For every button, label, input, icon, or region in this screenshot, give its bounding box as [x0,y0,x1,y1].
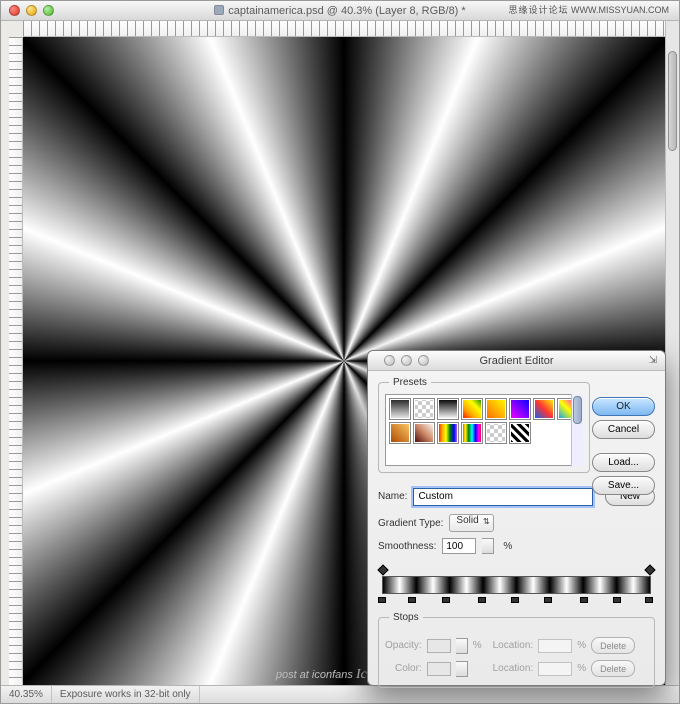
opacity-stop-icon[interactable] [377,564,388,575]
preset-swatch[interactable] [389,398,411,420]
presets-grid[interactable] [385,394,583,466]
dialog-titlebar[interactable]: Gradient Editor ⇲ [368,351,665,371]
color-stop-icon[interactable] [511,597,519,603]
color-stop-icon[interactable] [580,597,588,603]
presets-legend: Presets [389,377,431,388]
status-note: Exposure works in 32-bit only [52,686,200,703]
gradient-bar[interactable] [378,564,655,608]
gradient-type-select[interactable]: Solid ⇅ [449,514,493,532]
pin-icon[interactable]: ⇲ [647,355,659,367]
presets-scrollbar-thumb[interactable] [573,396,582,424]
ruler-horizontal[interactable] [23,21,665,37]
color-stop-icon[interactable] [544,597,552,603]
opacity-swatch [427,639,451,653]
color-stop-icon[interactable] [442,597,450,603]
proxy-icon [214,5,224,15]
location-label: Location: [493,640,534,651]
cancel-button[interactable]: Cancel [592,420,655,439]
status-zoom[interactable]: 40.35% [1,686,52,703]
gradient-preview[interactable] [382,576,651,594]
color-stop-icon[interactable] [378,597,386,603]
name-label: Name: [378,491,407,502]
name-input[interactable] [413,488,593,506]
preset-swatch[interactable] [461,398,483,420]
dialog-button-column: OK Cancel Load... Save... [592,397,655,495]
preset-swatch[interactable] [413,398,435,420]
presets-scrollbar[interactable] [571,394,583,466]
ruler-vertical[interactable] [9,37,23,685]
stops-legend: Stops [389,612,423,623]
opacity-stop-icon[interactable] [644,564,655,575]
opacity-label: Opacity: [385,640,422,651]
preset-swatch[interactable] [485,422,507,444]
scrollbar-thumb[interactable] [668,51,677,151]
smoothness-stepper[interactable] [482,538,494,554]
smoothness-input[interactable] [442,538,476,554]
preset-swatch[interactable] [533,398,555,420]
preset-swatch[interactable] [413,422,435,444]
presets-fieldset: Presets [378,377,590,473]
color-stop-icon[interactable] [478,597,486,603]
smoothness-label: Smoothness: [378,541,436,552]
color-label: Color: [395,663,422,674]
color-stop-icon[interactable] [613,597,621,603]
location-label: Location: [493,663,534,674]
color-location-input [538,662,572,676]
ok-button[interactable]: OK [592,397,655,416]
dialog-title: Gradient Editor [368,351,665,371]
preset-swatch[interactable] [461,422,483,444]
load-button[interactable]: Load... [592,453,655,472]
dialog-body: Presets [368,371,665,685]
watermark-top: 思缘设计论坛 WWW.MISSYUAN.COM [508,3,669,16]
preset-swatch[interactable] [389,422,411,444]
preset-swatch[interactable] [509,398,531,420]
gradient-editor-dialog: Gradient Editor ⇲ Presets [367,350,666,686]
opacity-stepper [456,638,468,654]
scrollbar-vertical[interactable] [665,21,679,685]
preset-swatch[interactable] [509,422,531,444]
delete-color-stop-button: Delete [591,660,635,677]
stops-fieldset: Stops Opacity: % Location: % Delete Colo… [378,612,655,688]
preset-swatch[interactable] [437,422,459,444]
chevron-updown-icon: ⇅ [483,517,490,526]
preset-swatch[interactable] [485,398,507,420]
preset-swatch[interactable] [437,398,459,420]
color-stop-icon[interactable] [408,597,416,603]
delete-opacity-stop-button: Delete [591,637,635,654]
save-button[interactable]: Save... [592,476,655,495]
gradient-type-label: Gradient Type: [378,518,443,529]
color-stepper [456,661,468,677]
color-swatch [427,662,451,676]
opacity-location-input [538,639,572,653]
color-stop-icon[interactable] [645,597,653,603]
percent-label: % [503,541,512,552]
